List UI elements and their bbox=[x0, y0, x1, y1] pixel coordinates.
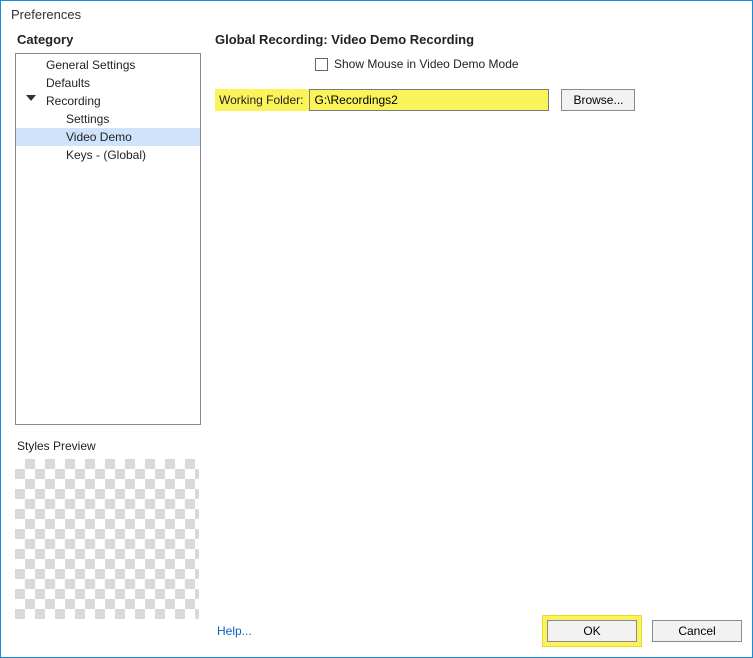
tree-item-defaults[interactable]: Defaults bbox=[16, 74, 200, 92]
working-folder-input[interactable] bbox=[309, 89, 549, 111]
window-title: Preferences bbox=[1, 1, 752, 26]
tree-item-label: Video Demo bbox=[66, 130, 132, 144]
category-heading: Category bbox=[15, 30, 201, 53]
working-folder-row: Working Folder: Browse... bbox=[215, 89, 742, 111]
chevron-down-icon[interactable] bbox=[26, 95, 36, 101]
tree-item-label: Defaults bbox=[46, 76, 90, 90]
tree-item-recording[interactable]: Recording bbox=[16, 92, 200, 110]
page-title: Global Recording: Video Demo Recording bbox=[215, 30, 742, 57]
show-mouse-row: Show Mouse in Video Demo Mode bbox=[315, 57, 742, 71]
ok-button[interactable]: OK bbox=[547, 620, 637, 642]
working-folder-label: Working Folder: bbox=[215, 89, 309, 111]
tree-item-general-settings[interactable]: General Settings bbox=[16, 56, 200, 74]
styles-preview-label: Styles Preview bbox=[15, 439, 201, 453]
tree-item-label: Keys - (Global) bbox=[66, 148, 146, 162]
help-link[interactable]: Help... bbox=[217, 624, 252, 638]
show-mouse-label: Show Mouse in Video Demo Mode bbox=[334, 57, 519, 71]
category-tree[interactable]: General Settings Defaults Recording Sett… bbox=[15, 53, 201, 425]
dialog-body: Category General Settings Defaults Recor… bbox=[1, 26, 752, 657]
tree-item-settings[interactable]: Settings bbox=[16, 110, 200, 128]
ok-highlight: OK bbox=[542, 615, 642, 647]
preferences-window: Preferences Category General Settings De… bbox=[0, 0, 753, 658]
tree-item-video-demo[interactable]: Video Demo bbox=[16, 128, 200, 146]
browse-button[interactable]: Browse... bbox=[561, 89, 635, 111]
tree-item-label: General Settings bbox=[46, 58, 135, 72]
tree-item-label: Recording bbox=[46, 94, 101, 108]
cancel-button[interactable]: Cancel bbox=[652, 620, 742, 642]
spacer bbox=[215, 111, 742, 609]
tree-item-label: Settings bbox=[66, 112, 109, 126]
styles-preview-area bbox=[15, 459, 199, 619]
footer-row: Help... OK Cancel bbox=[215, 609, 742, 647]
main-panel: Global Recording: Video Demo Recording S… bbox=[201, 30, 742, 647]
left-column: Category General Settings Defaults Recor… bbox=[15, 30, 201, 647]
tree-item-keys-global[interactable]: Keys - (Global) bbox=[16, 146, 200, 164]
show-mouse-checkbox[interactable] bbox=[315, 58, 328, 71]
